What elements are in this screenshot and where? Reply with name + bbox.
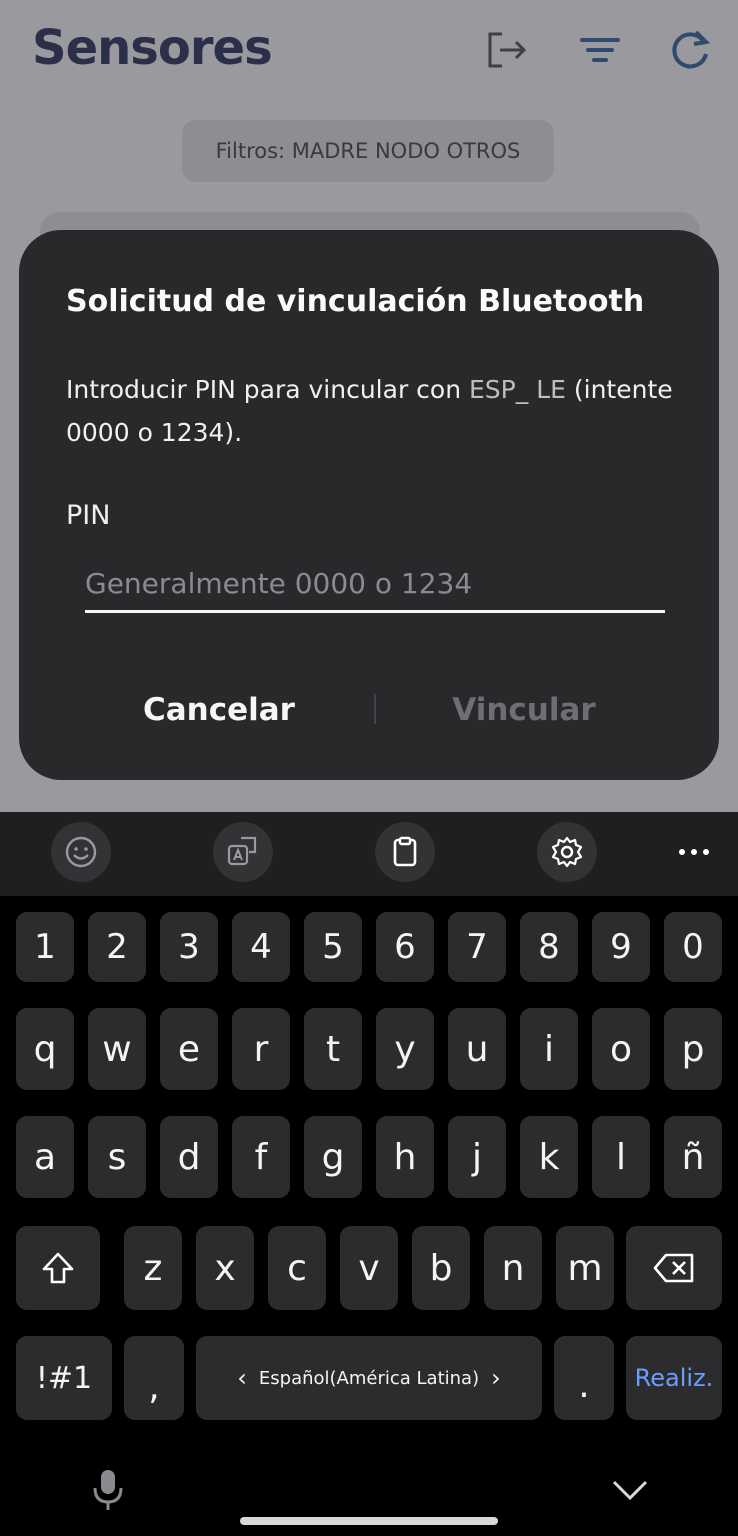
key-c[interactable]: c — [268, 1226, 326, 1310]
key-l[interactable]: l — [592, 1116, 650, 1198]
key-9[interactable]: 9 — [592, 912, 650, 982]
shift-key[interactable] — [16, 1226, 100, 1310]
key-f[interactable]: f — [232, 1116, 290, 1198]
key-h[interactable]: h — [376, 1116, 434, 1198]
key-g[interactable]: g — [304, 1116, 362, 1198]
period-key[interactable]: . — [554, 1336, 614, 1420]
key-ñ[interactable]: ñ — [664, 1116, 722, 1198]
cancel-button[interactable]: Cancelar — [69, 682, 369, 738]
pin-input[interactable] — [85, 556, 665, 613]
key-1[interactable]: 1 — [16, 912, 74, 982]
key-d[interactable]: d — [160, 1116, 218, 1198]
filter-icon[interactable] — [578, 28, 622, 72]
refresh-icon[interactable] — [668, 28, 712, 72]
key-p[interactable]: p — [664, 1008, 722, 1090]
clipboard-icon[interactable] — [375, 822, 435, 882]
pairing-dialog: Solicitud de vinculación Bluetooth Intro… — [19, 230, 719, 780]
hide-keyboard-icon[interactable] — [610, 1476, 650, 1504]
key-0[interactable]: 0 — [664, 912, 722, 982]
device-name: ESP_ LE — [469, 375, 566, 404]
filter-chip[interactable]: Filtros: MADRE NODO OTROS — [182, 120, 554, 182]
key-i[interactable]: i — [520, 1008, 578, 1090]
key-8[interactable]: 8 — [520, 912, 578, 982]
key-j[interactable]: j — [448, 1116, 506, 1198]
shift-icon — [39, 1249, 77, 1287]
key-5[interactable]: 5 — [304, 912, 362, 982]
key-o[interactable]: o — [592, 1008, 650, 1090]
key-n[interactable]: n — [484, 1226, 542, 1310]
key-a[interactable]: a — [16, 1116, 74, 1198]
dialog-message: Introducir PIN para vincular con ESP_ LE… — [66, 368, 686, 454]
key-6[interactable]: 6 — [376, 912, 434, 982]
key-x[interactable]: x — [196, 1226, 254, 1310]
done-key[interactable]: Realiz. — [626, 1336, 722, 1420]
key-r[interactable]: r — [232, 1008, 290, 1090]
key-q[interactable]: q — [16, 1008, 74, 1090]
chevron-right-icon: › — [491, 1364, 501, 1392]
comma-key[interactable]: , — [124, 1336, 184, 1420]
backspace-icon — [652, 1252, 696, 1284]
key-2[interactable]: 2 — [88, 912, 146, 982]
page-title: Sensores — [32, 20, 273, 76]
space-key[interactable]: ‹ Español(América Latina) › — [196, 1336, 542, 1420]
chevron-left-icon: ‹ — [237, 1364, 247, 1392]
settings-icon[interactable] — [537, 822, 597, 882]
message-prefix: Introducir PIN para vincular con — [66, 375, 470, 404]
key-w[interactable]: w — [88, 1008, 146, 1090]
backspace-key[interactable] — [626, 1226, 722, 1310]
logout-icon[interactable] — [484, 28, 528, 72]
key-b[interactable]: b — [412, 1226, 470, 1310]
microphone-icon[interactable] — [90, 1468, 126, 1514]
pin-label: PIN — [66, 500, 111, 531]
key-s[interactable]: s — [88, 1116, 146, 1198]
key-y[interactable]: y — [376, 1008, 434, 1090]
key-3[interactable]: 3 — [160, 912, 218, 982]
translate-icon[interactable] — [213, 822, 273, 882]
link-button[interactable]: Vincular — [374, 682, 674, 738]
key-k[interactable]: k — [520, 1116, 578, 1198]
dialog-title: Solicitud de vinculación Bluetooth — [66, 284, 645, 319]
symbols-key[interactable]: !#1 — [16, 1336, 112, 1420]
more-icon[interactable] — [664, 822, 724, 882]
key-t[interactable]: t — [304, 1008, 362, 1090]
comma-label: , — [148, 1367, 160, 1408]
language-label: Español(América Latina) — [258, 1367, 480, 1389]
key-4[interactable]: 4 — [232, 912, 290, 982]
navigation-handle[interactable] — [240, 1517, 498, 1525]
emoji-icon[interactable] — [51, 822, 111, 882]
key-z[interactable]: z — [124, 1226, 182, 1310]
period-label: . — [578, 1365, 590, 1406]
key-v[interactable]: v — [340, 1226, 398, 1310]
key-7[interactable]: 7 — [448, 912, 506, 982]
key-m[interactable]: m — [556, 1226, 614, 1310]
key-e[interactable]: e — [160, 1008, 218, 1090]
key-u[interactable]: u — [448, 1008, 506, 1090]
